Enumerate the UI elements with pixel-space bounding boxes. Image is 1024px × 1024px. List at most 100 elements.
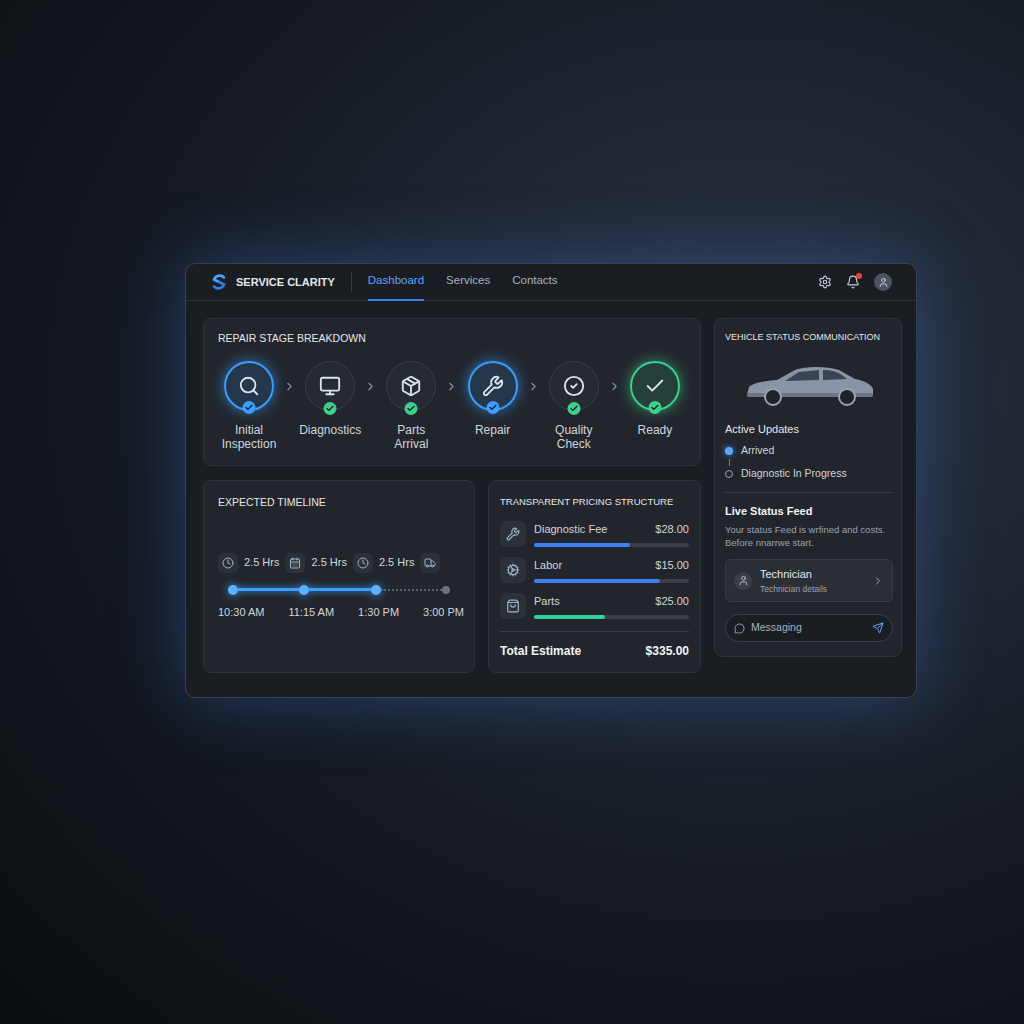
- price-line: Parts $25.00: [534, 593, 689, 610]
- stage-badge: [405, 402, 418, 415]
- stage-item[interactable]: Initial Inspection: [218, 361, 280, 451]
- feed-title: Live Status Feed: [725, 503, 893, 520]
- notifications[interactable]: [846, 275, 860, 289]
- stage-circle: [386, 361, 436, 411]
- track-point: [442, 586, 450, 594]
- stage-label: Initial Inspection: [218, 423, 280, 451]
- price-bar-fill: [534, 579, 660, 583]
- chevron-icon: [364, 380, 377, 393]
- price-icon: [506, 599, 520, 613]
- avatar[interactable]: [874, 273, 892, 291]
- notification-dot: [856, 273, 862, 279]
- check-icon: [488, 403, 497, 412]
- check-icon: [650, 403, 659, 412]
- price-label: Parts: [534, 593, 560, 610]
- nav-tab[interactable]: Dashboard: [368, 264, 424, 301]
- dashboard-panel: SERVICE CLARITYDashboardServicesContacts…: [185, 263, 917, 698]
- price-label: Diagnostic Fee: [534, 521, 607, 538]
- stage-item[interactable]: Diagnostics: [299, 361, 361, 437]
- stage-label: Diagnostics: [299, 423, 361, 437]
- stage-circle: [468, 361, 518, 411]
- stage-row: Initial Inspection Diagnostics Parts Arriv…: [218, 361, 686, 451]
- track-segment: [238, 588, 299, 591]
- stage-card: REPAIR STAGE BREAKDOWNInitial Inspection…: [203, 318, 701, 466]
- user-icon: [878, 277, 889, 288]
- stage-label: Repair: [475, 423, 510, 437]
- timeline-step-icon: [285, 553, 305, 573]
- price-bar-fill: [534, 615, 605, 619]
- stage-badge: [486, 401, 499, 414]
- price-icon: [506, 563, 520, 577]
- check-icon: [245, 403, 254, 412]
- stage-label: Ready: [638, 423, 673, 437]
- stage-item[interactable]: Ready: [624, 361, 686, 437]
- left-column: REPAIR STAGE BREAKDOWNInitial Inspection…: [203, 318, 701, 673]
- message-field[interactable]: [725, 614, 893, 642]
- total-amount: $335.00: [646, 642, 689, 660]
- price-row: Parts $25.00: [500, 593, 689, 619]
- price-amount: $25.00: [655, 593, 689, 610]
- nav: Dashboard Services Contacts: [368, 264, 558, 301]
- price-row: Labor$15.00: [500, 557, 689, 583]
- gear-icon[interactable]: [818, 275, 832, 289]
- header-actions: [818, 273, 892, 291]
- pricing-title: TRANSPARENT PRICING STRUCTURE: [500, 495, 689, 509]
- price-body: Parts $25.00: [534, 593, 689, 619]
- update-dot: [725, 447, 733, 455]
- nav-tab[interactable]: Contacts: [512, 264, 557, 301]
- track-point: [299, 585, 309, 595]
- header-divider: [351, 272, 352, 292]
- stage-icon: [400, 375, 422, 397]
- nav-tab[interactable]: Services: [446, 264, 490, 301]
- price-line: Diagnostic Fee$28.00: [534, 521, 689, 538]
- car-illustration: [725, 359, 893, 409]
- timeline-step-icon: [218, 553, 238, 573]
- price-body: Labor$15.00: [534, 557, 689, 583]
- technician-name: Technician: [760, 566, 827, 583]
- message-input[interactable]: [751, 620, 866, 636]
- stage-item[interactable]: Repair: [462, 361, 524, 437]
- track-segment: [309, 588, 370, 591]
- updates-list: Arrived Diagnostic In Progress: [725, 443, 893, 482]
- total-label: Total Estimate: [500, 642, 581, 660]
- timeline-track: [228, 585, 450, 595]
- step-icon: [222, 557, 234, 569]
- track-point: [371, 585, 381, 595]
- app: SERVICE CLARITYDashboardServicesContacts…: [0, 0, 1024, 1024]
- check-icon: [326, 404, 335, 413]
- chevron-icon: [527, 380, 540, 393]
- price-row: Diagnostic Fee$28.00: [500, 521, 689, 547]
- price-icon-box: [500, 521, 526, 547]
- time-label: 1:30 PM: [358, 604, 399, 621]
- duration: 2.5 Hrs: [244, 554, 279, 571]
- update-label: Arrived: [741, 443, 774, 459]
- send-icon[interactable]: [872, 622, 884, 634]
- price-icon: [506, 527, 520, 541]
- body: REPAIR STAGE BREAKDOWNInitial Inspection…: [186, 301, 916, 697]
- update-label: Diagnostic In Progress: [741, 466, 847, 482]
- price-label: Labor: [534, 557, 562, 574]
- chevron-icon: [445, 380, 458, 393]
- technician-detail: Technician details: [760, 583, 827, 596]
- price-body: Diagnostic Fee$28.00: [534, 521, 689, 547]
- time-label: 3:00 PM: [423, 604, 464, 621]
- timeline-title: EXPECTED TIMELINE: [218, 495, 460, 511]
- car-icon: [739, 359, 879, 409]
- chevron-icon: [872, 575, 884, 587]
- step-icon: [289, 557, 301, 569]
- duration: 2.5 Hrs: [379, 554, 414, 571]
- price-bar: [534, 543, 689, 547]
- stage-item[interactable]: Quality Check: [543, 361, 605, 451]
- panel-divider: [725, 492, 893, 493]
- stage-item[interactable]: Parts Arrival: [380, 361, 442, 451]
- message-icon: [734, 623, 745, 634]
- technician-text: TechnicianTechnician details: [760, 566, 827, 595]
- price-icon-box: [500, 557, 526, 583]
- update-dot: [725, 470, 733, 478]
- stage-badge: [324, 402, 337, 415]
- time-row: 10:30 AM11:15 AM1:30 PM3:00 PM: [218, 604, 464, 621]
- stage-icon: [238, 375, 260, 397]
- track-segment: [381, 589, 442, 591]
- duration: 2.5 Hrs: [311, 554, 346, 571]
- technician-card[interactable]: TechnicianTechnician details: [725, 559, 893, 602]
